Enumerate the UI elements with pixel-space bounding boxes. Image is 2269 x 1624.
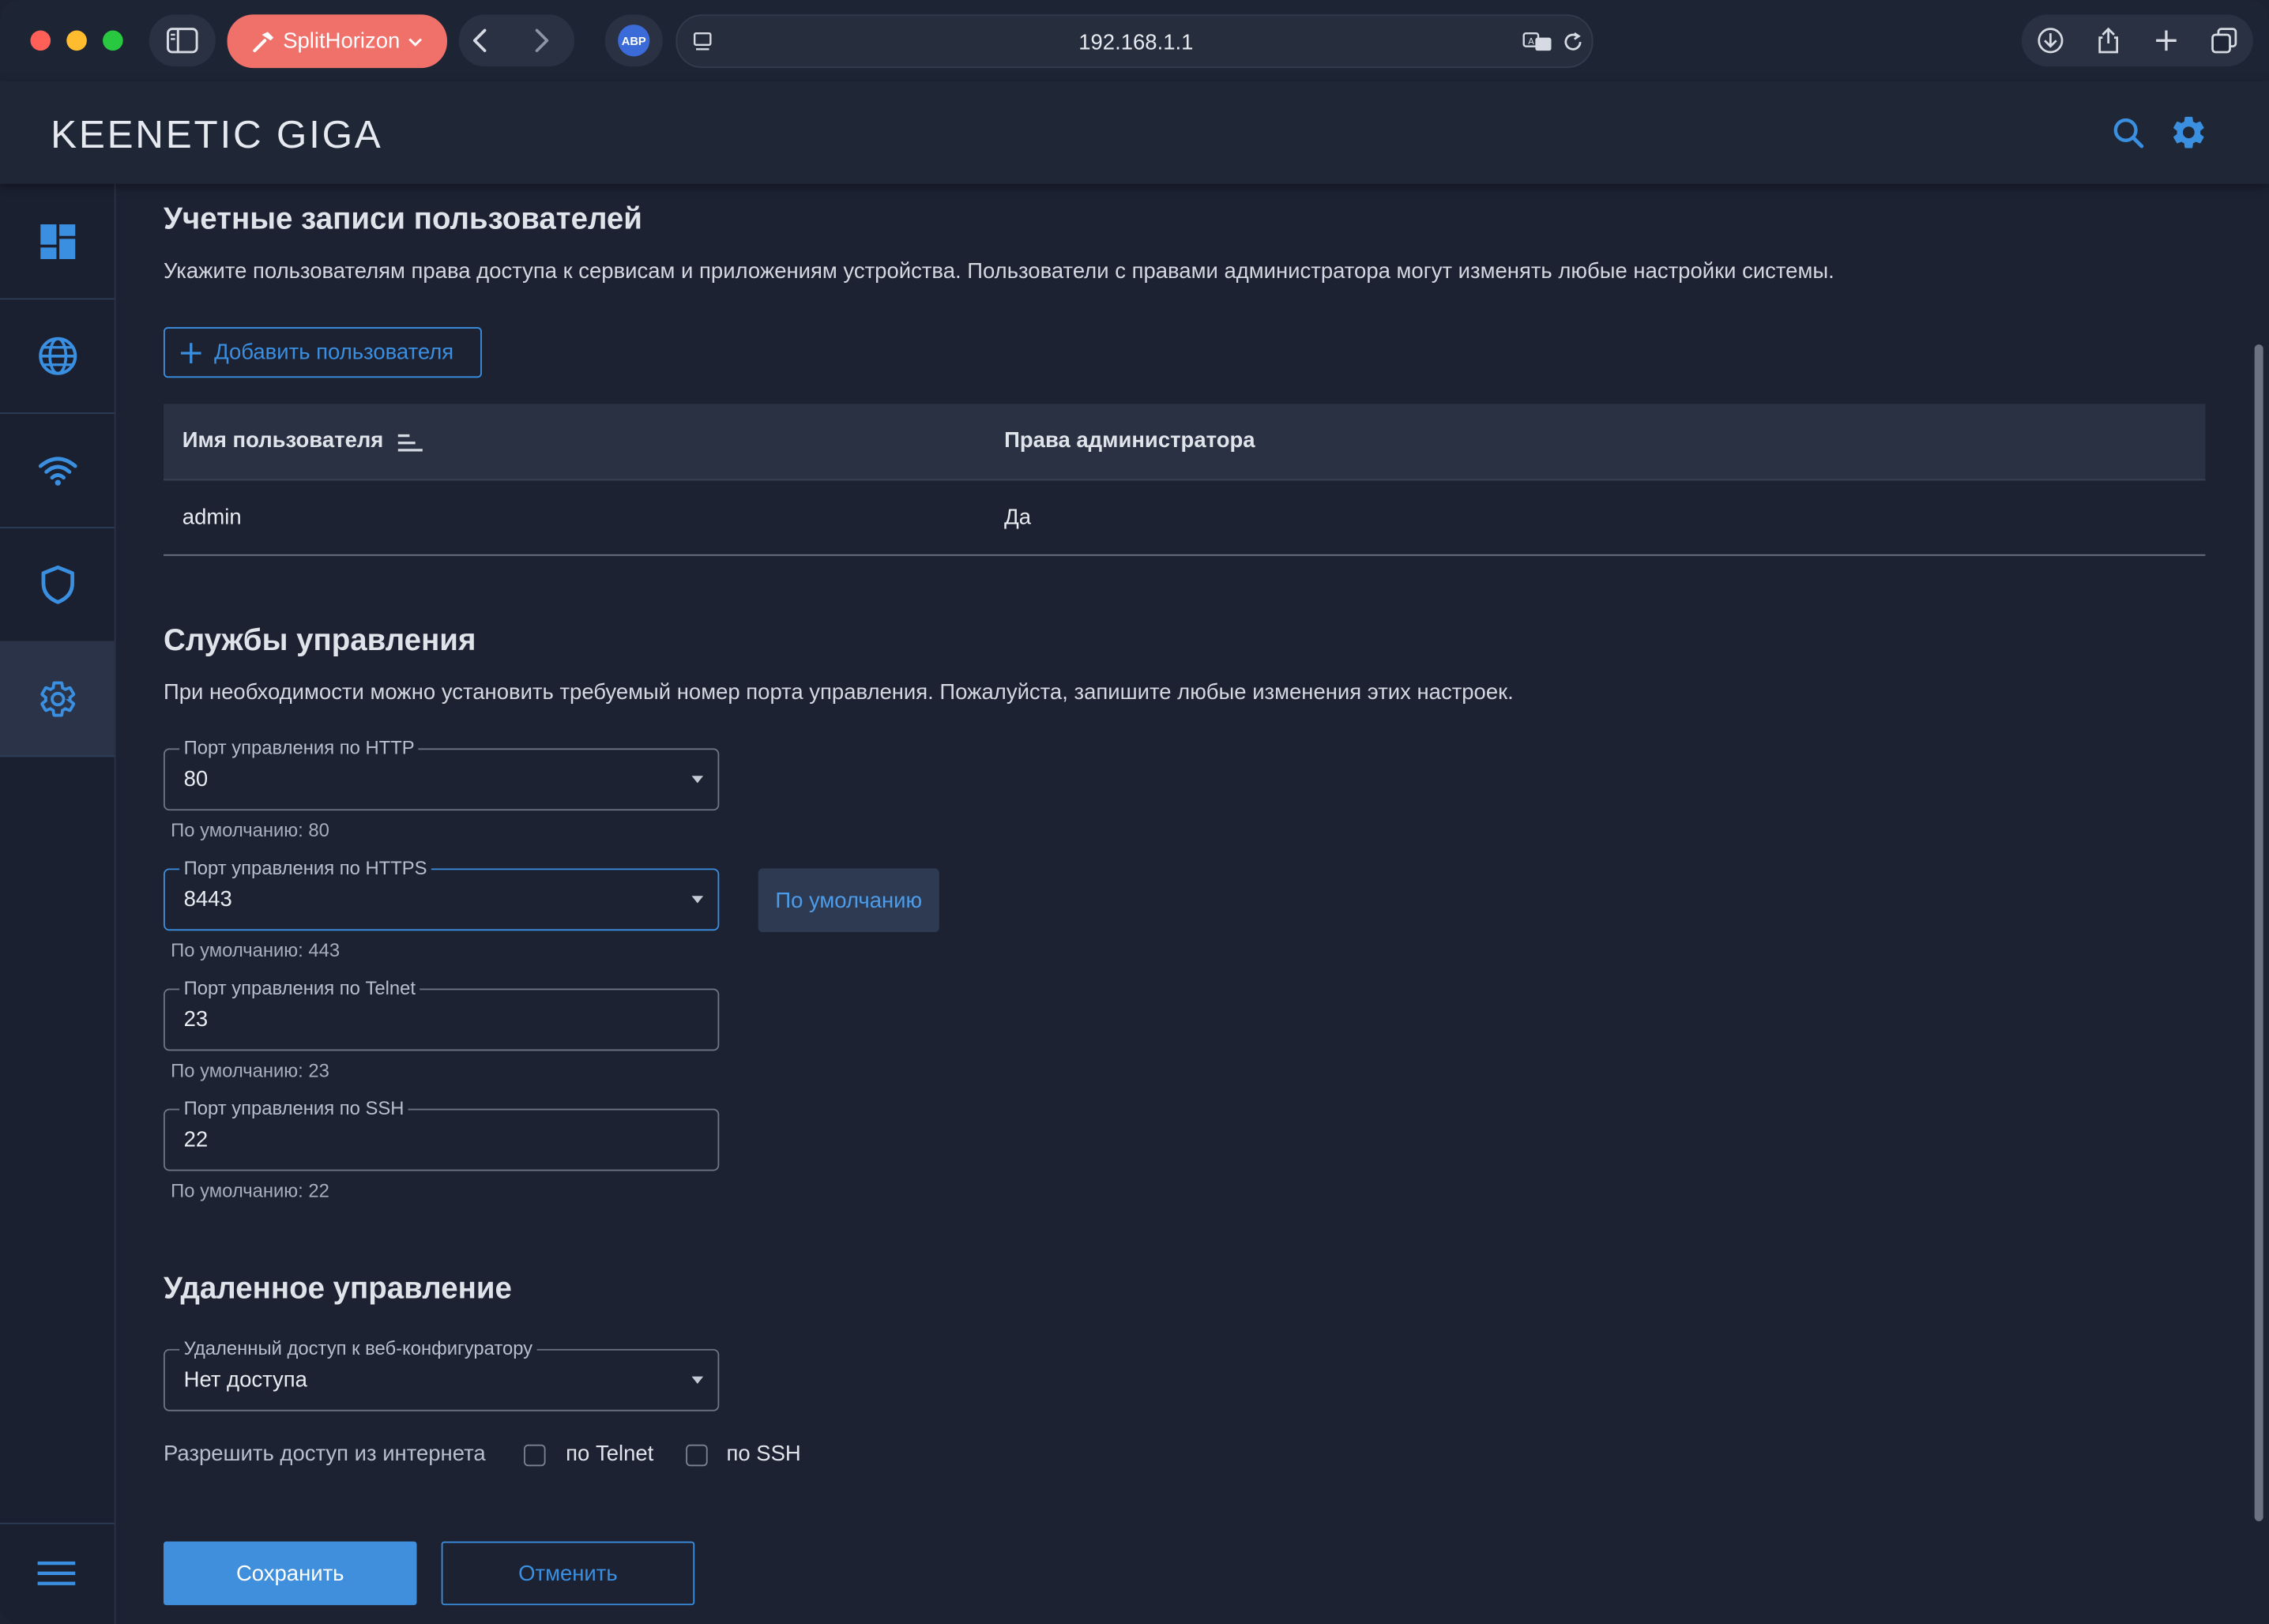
https-port-hint: По умолчанию: 443 bbox=[171, 939, 341, 961]
telnet-access-checkbox[interactable] bbox=[524, 1444, 546, 1467]
https-default-label: По умолчанию bbox=[775, 888, 923, 913]
dropdown-caret-icon bbox=[691, 1376, 704, 1384]
abp-icon: ABP bbox=[618, 24, 650, 57]
sidebar-divider bbox=[0, 1522, 115, 1524]
close-window-button[interactable] bbox=[30, 30, 51, 51]
remote-section-title: Удаленное управление bbox=[163, 1272, 512, 1306]
search-icon[interactable] bbox=[2111, 116, 2146, 151]
sidebar-item-settings[interactable] bbox=[0, 641, 115, 757]
column-header-username[interactable]: Имя пользователя bbox=[182, 428, 384, 453]
url-text: 192.168.1.1 bbox=[1078, 30, 1194, 55]
add-user-label: Добавить пользователя bbox=[214, 340, 454, 365]
remote-web-access-label: Удаленный доступ к веб-конфигуратору bbox=[179, 1337, 537, 1361]
add-user-button[interactable]: Добавить пользователя bbox=[163, 327, 482, 378]
save-label: Сохранить bbox=[235, 1561, 344, 1586]
telnet-access-label[interactable]: по Telnet bbox=[566, 1442, 653, 1466]
hamburger-menu-icon bbox=[37, 1561, 76, 1585]
table-row[interactable]: admin Да bbox=[163, 479, 2206, 556]
cancel-button[interactable]: Отменить bbox=[441, 1541, 695, 1606]
reload-icon[interactable] bbox=[1561, 30, 1584, 53]
users-section-title: Учетные записи пользователей bbox=[163, 202, 642, 236]
users-section-description: Укажите пользователям права доступа к се… bbox=[163, 259, 1834, 284]
http-port-label: Порт управления по HTTP bbox=[179, 736, 420, 761]
forward-arrow-icon[interactable] bbox=[517, 26, 569, 55]
browser-actions bbox=[2021, 14, 2253, 67]
ssh-port-label: Порт управления по SSH bbox=[179, 1096, 408, 1121]
adblock-extension-button[interactable]: ABP bbox=[604, 14, 663, 67]
logo: KEENETIC GIGA bbox=[51, 112, 383, 156]
https-port-value: 8443 bbox=[183, 887, 232, 912]
services-section-description: При необходимости можно установить требу… bbox=[163, 680, 1514, 705]
app-header: KEENETIC GIGA bbox=[0, 81, 2269, 184]
minimize-window-button[interactable] bbox=[66, 30, 87, 51]
plus-icon bbox=[180, 342, 201, 363]
ssh-port-input[interactable]: Порт управления по SSH 22 bbox=[163, 1096, 720, 1171]
https-default-button[interactable]: По умолчанию bbox=[758, 868, 939, 933]
sidebar-item-internet[interactable] bbox=[0, 298, 115, 415]
https-port-label: Порт управления по HTTPS bbox=[179, 856, 431, 881]
browser-toolbar: SplitHorizon ABP 192.168.1.1 A bbox=[0, 0, 2269, 81]
shield-icon bbox=[40, 565, 74, 603]
telnet-port-input[interactable]: Порт управления по Telnet 23 bbox=[163, 976, 720, 1051]
remote-web-access-select[interactable]: Удаленный доступ к веб-конфигуратору Нет… bbox=[163, 1337, 720, 1412]
new-tab-icon[interactable] bbox=[2152, 26, 2181, 55]
chevron-down-icon bbox=[409, 37, 423, 46]
sidebar-toggle-button[interactable] bbox=[149, 14, 216, 67]
history-nav bbox=[458, 14, 575, 67]
sidebar bbox=[0, 183, 116, 1624]
sidebar-item-wifi[interactable] bbox=[0, 412, 115, 528]
telnet-port-hint: По умолчанию: 23 bbox=[171, 1059, 329, 1081]
settings-gear-icon bbox=[40, 680, 75, 716]
http-port-value: 80 bbox=[183, 767, 209, 792]
sidebar-icon bbox=[167, 28, 198, 54]
telnet-port-value: 23 bbox=[183, 1007, 209, 1032]
translate-icon[interactable]: A bbox=[1522, 30, 1554, 53]
zoom-window-button[interactable] bbox=[103, 30, 123, 51]
screen: SplitHorizon ABP 192.168.1.1 A KEENETIC … bbox=[0, 0, 2269, 1624]
menu-toggle[interactable] bbox=[36, 1559, 77, 1598]
username-cell: admin bbox=[182, 505, 242, 530]
sidebar-item-dashboard[interactable] bbox=[0, 184, 115, 300]
telnet-port-label: Порт управления по Telnet bbox=[179, 976, 420, 1001]
http-port-select[interactable]: Порт управления по HTTP 80 bbox=[163, 736, 720, 811]
sidebar-item-security[interactable] bbox=[0, 527, 115, 643]
allow-internet-access-label: Разрешить доступ из интернета bbox=[163, 1442, 486, 1467]
http-port-hint: По умолчанию: 80 bbox=[171, 819, 329, 841]
dashboard-icon bbox=[40, 224, 75, 259]
share-icon[interactable] bbox=[2094, 26, 2123, 55]
ssh-access-checkbox[interactable] bbox=[686, 1444, 708, 1467]
ssh-port-value: 22 bbox=[183, 1127, 209, 1152]
column-header-admin-rights: Права администратора bbox=[1004, 428, 1255, 453]
ssh-access-label[interactable]: по SSH bbox=[726, 1442, 800, 1466]
remote-web-access-value: Нет доступа bbox=[183, 1367, 307, 1393]
dropdown-caret-icon bbox=[691, 776, 704, 784]
ssh-port-hint: По умолчанию: 22 bbox=[171, 1179, 329, 1201]
address-bar[interactable]: 192.168.1.1 A bbox=[675, 14, 1594, 69]
admin-rights-cell: Да bbox=[1004, 505, 1032, 530]
hammer-icon bbox=[252, 31, 273, 52]
sort-icon[interactable] bbox=[397, 433, 424, 453]
profile-label: SplitHorizon bbox=[283, 28, 401, 54]
profile-button[interactable]: SplitHorizon bbox=[227, 14, 447, 69]
svg-text:A: A bbox=[1528, 36, 1534, 47]
back-arrow-icon[interactable] bbox=[465, 26, 517, 55]
https-port-select[interactable]: Порт управления по HTTPS 8443 bbox=[163, 856, 720, 931]
services-section-title: Службы управления bbox=[163, 623, 476, 657]
gear-icon[interactable] bbox=[2169, 113, 2208, 152]
save-button[interactable]: Сохранить bbox=[163, 1541, 417, 1606]
users-table-header: Имя пользователя Права администратора bbox=[163, 404, 2206, 481]
tab-overview-icon[interactable] bbox=[2210, 26, 2239, 55]
scrollbar[interactable] bbox=[2254, 344, 2263, 1521]
cancel-label: Отменить bbox=[518, 1561, 618, 1586]
download-icon[interactable] bbox=[2036, 26, 2065, 55]
wifi-icon bbox=[37, 456, 77, 485]
globe-icon bbox=[38, 336, 77, 374]
dropdown-caret-icon bbox=[691, 896, 704, 904]
